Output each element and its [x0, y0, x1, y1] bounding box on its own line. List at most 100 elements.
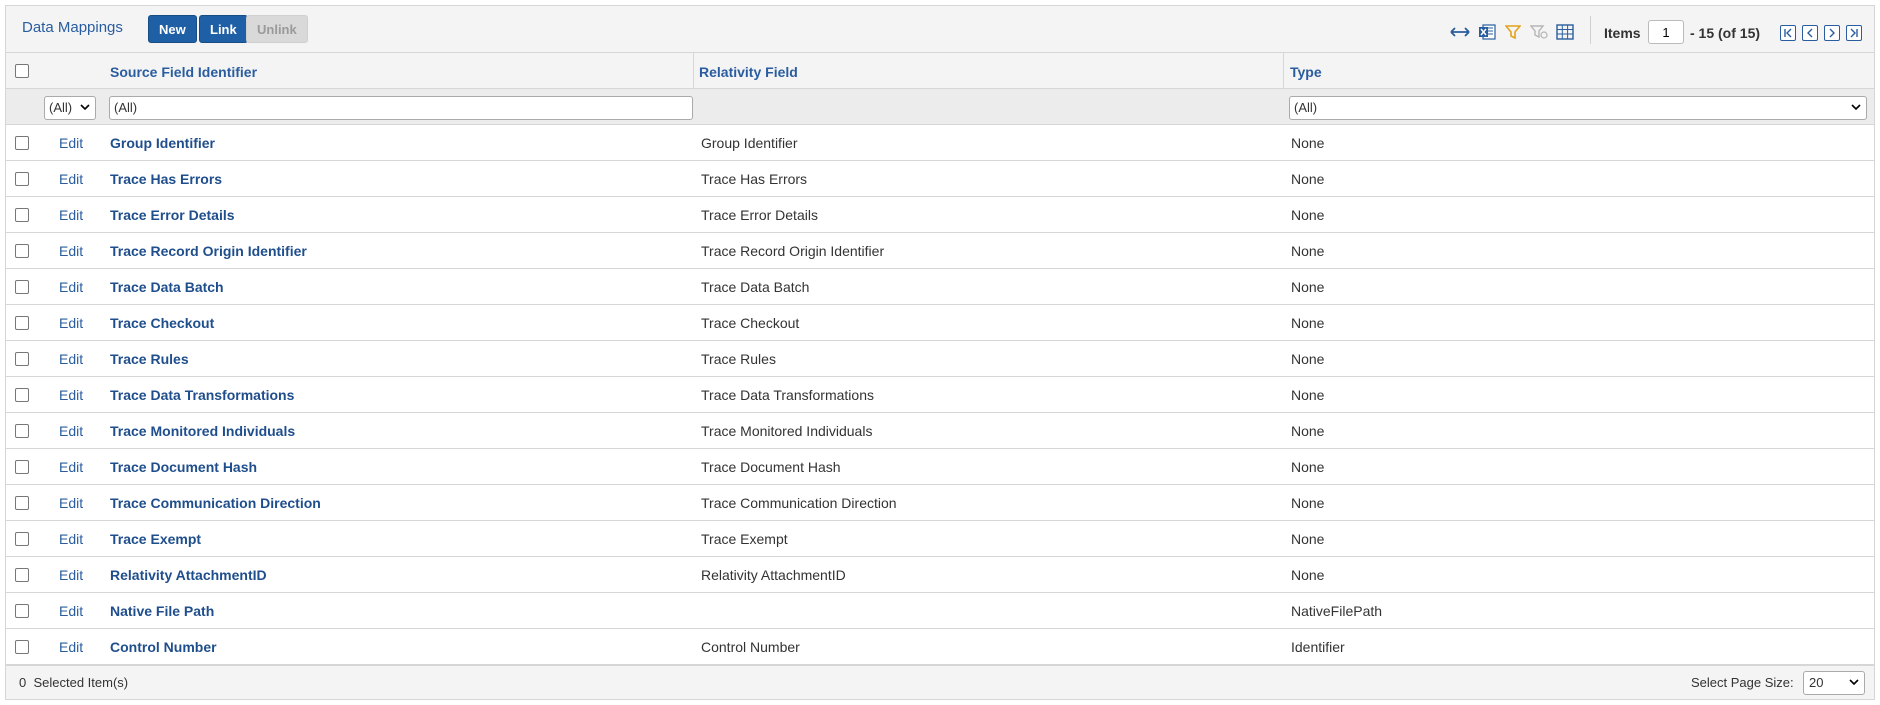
- page-number-input[interactable]: [1648, 20, 1684, 44]
- type-cell: None: [1291, 351, 1325, 367]
- type-cell: None: [1291, 171, 1325, 187]
- type-cell: None: [1291, 135, 1325, 151]
- row-checkbox[interactable]: [15, 280, 29, 294]
- column-divider: [1283, 53, 1284, 89]
- relativity-field-cell: Group Identifier: [701, 135, 798, 151]
- row-checkbox[interactable]: [15, 244, 29, 258]
- edit-link[interactable]: Edit: [59, 567, 83, 583]
- relativity-field-cell: Trace Error Details: [701, 207, 818, 223]
- edit-link[interactable]: Edit: [59, 423, 83, 439]
- expand-arrows-icon[interactable]: [1450, 23, 1470, 41]
- page-size-value: 20: [1809, 675, 1824, 690]
- source-field-link[interactable]: Trace Record Origin Identifier: [110, 243, 307, 259]
- row-checkbox[interactable]: [15, 460, 29, 474]
- first-page-button[interactable]: [1780, 25, 1796, 41]
- edit-link[interactable]: Edit: [59, 135, 83, 151]
- edit-link[interactable]: Edit: [59, 351, 83, 367]
- source-field-link[interactable]: Trace Document Hash: [110, 459, 257, 475]
- link-button[interactable]: Link: [199, 15, 248, 43]
- relativity-field-cell: Trace Rules: [701, 351, 776, 367]
- table-row: Edit Trace Rules Trace Rules None: [6, 341, 1874, 377]
- last-page-button[interactable]: [1846, 25, 1862, 41]
- table-row: Edit Trace Error Details Trace Error Detai…: [6, 197, 1874, 233]
- relativity-field-cell: Trace Data Transformations: [701, 387, 874, 403]
- row-checkbox[interactable]: [15, 640, 29, 654]
- row-checkbox[interactable]: [15, 208, 29, 222]
- edit-link[interactable]: Edit: [59, 387, 83, 403]
- edit-filter-select[interactable]: (All): [44, 96, 96, 120]
- edit-link[interactable]: Edit: [59, 531, 83, 547]
- source-field-link[interactable]: Control Number: [110, 639, 217, 655]
- unlink-button[interactable]: Unlink: [246, 15, 308, 43]
- source-field-link[interactable]: Trace Error Details: [110, 207, 235, 223]
- table-body: Edit Group Identifier Group Identifier None…: [6, 125, 1874, 665]
- type-cell: None: [1291, 531, 1325, 547]
- edit-link[interactable]: Edit: [59, 171, 83, 187]
- source-field-link[interactable]: Trace Has Errors: [110, 171, 222, 187]
- source-field-link[interactable]: Trace Data Transformations: [110, 387, 294, 403]
- relativity-field-cell: Trace Checkout: [701, 315, 800, 331]
- source-field-link[interactable]: Trace Data Batch: [110, 279, 224, 295]
- row-checkbox[interactable]: [15, 604, 29, 618]
- source-field-link[interactable]: Trace Rules: [110, 351, 189, 367]
- select-all-checkbox[interactable]: [15, 64, 29, 78]
- table-row: Edit Trace Monitored Individuals Trace Mon…: [6, 413, 1874, 449]
- table-row: Edit Control Number Control Number Identifi…: [6, 629, 1874, 665]
- source-field-link[interactable]: Trace Exempt: [110, 531, 201, 547]
- edit-filter-value: (All): [49, 100, 73, 115]
- items-label: Items: [1604, 25, 1641, 41]
- edit-link[interactable]: Edit: [59, 207, 83, 223]
- source-field-link[interactable]: Group Identifier: [110, 135, 215, 151]
- source-filter-value: (All): [114, 100, 138, 115]
- edit-link[interactable]: Edit: [59, 639, 83, 655]
- row-checkbox[interactable]: [15, 388, 29, 402]
- source-field-link[interactable]: Trace Communication Direction: [110, 495, 321, 511]
- row-checkbox[interactable]: [15, 424, 29, 438]
- type-filter-select[interactable]: (All): [1289, 96, 1867, 120]
- type-cell: None: [1291, 243, 1325, 259]
- type-cell: None: [1291, 423, 1325, 439]
- edit-link[interactable]: Edit: [59, 243, 83, 259]
- edit-link[interactable]: Edit: [59, 279, 83, 295]
- source-filter-input[interactable]: (All): [109, 96, 693, 120]
- edit-link[interactable]: Edit: [59, 459, 83, 475]
- row-checkbox[interactable]: [15, 352, 29, 366]
- row-checkbox[interactable]: [15, 532, 29, 546]
- row-checkbox[interactable]: [15, 568, 29, 582]
- clear-filter-icon[interactable]: [1529, 23, 1549, 41]
- new-button[interactable]: New: [148, 15, 197, 43]
- page-size-select[interactable]: 20: [1803, 671, 1865, 695]
- row-checkbox[interactable]: [15, 316, 29, 330]
- source-field-link[interactable]: Trace Monitored Individuals: [110, 423, 295, 439]
- row-checkbox[interactable]: [15, 136, 29, 150]
- type-cell: None: [1291, 387, 1325, 403]
- row-checkbox[interactable]: [15, 172, 29, 186]
- source-field-link[interactable]: Trace Checkout: [110, 315, 214, 331]
- page-range-text: - 15 (of 15): [1690, 25, 1761, 41]
- edit-link[interactable]: Edit: [59, 603, 83, 619]
- edit-link[interactable]: Edit: [59, 495, 83, 511]
- selected-count-value: 0: [19, 675, 27, 690]
- source-field-link[interactable]: Relativity AttachmentID: [110, 567, 267, 583]
- filter-icon[interactable]: [1503, 23, 1523, 41]
- column-header-relativity[interactable]: Relativity Field: [699, 64, 798, 80]
- next-page-button[interactable]: [1824, 25, 1840, 41]
- type-cell: None: [1291, 315, 1325, 331]
- table-row: Edit Trace Data Transformations Trace Data…: [6, 377, 1874, 413]
- relativity-field-cell: Trace Exempt: [701, 531, 788, 547]
- source-field-link[interactable]: Native File Path: [110, 603, 214, 619]
- relativity-field-cell: Trace Data Batch: [701, 279, 810, 295]
- page-size-label: Select Page Size:: [1691, 675, 1794, 690]
- relativity-field-cell: Relativity AttachmentID: [701, 567, 846, 583]
- edit-link[interactable]: Edit: [59, 315, 83, 331]
- row-checkbox[interactable]: [15, 496, 29, 510]
- column-header-type[interactable]: Type: [1290, 64, 1322, 80]
- type-cell: None: [1291, 459, 1325, 475]
- table-row: Edit Trace Checkout Trace Checkout None: [6, 305, 1874, 341]
- column-header-source[interactable]: Source Field Identifier: [110, 64, 257, 80]
- excel-export-icon[interactable]: [1477, 23, 1497, 41]
- type-cell: None: [1291, 567, 1325, 583]
- prev-page-button[interactable]: [1802, 25, 1818, 41]
- grid-columns-icon[interactable]: [1555, 23, 1575, 41]
- table-row: Edit Relativity AttachmentID Relativity At…: [6, 557, 1874, 593]
